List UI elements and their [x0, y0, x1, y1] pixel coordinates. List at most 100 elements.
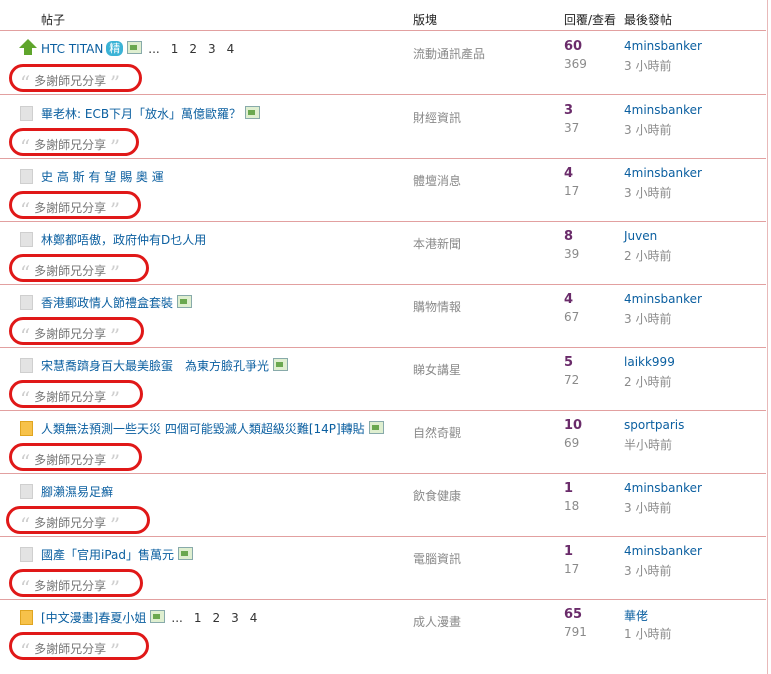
page-link[interactable]: 2 — [189, 42, 197, 56]
image-attachment-icon — [177, 295, 193, 308]
thanks-reply: “ 多謝師兄分享 ” — [20, 513, 121, 537]
page-link[interactable]: 1 — [171, 42, 179, 56]
thanks-text: 多謝師兄分享 — [34, 201, 107, 215]
last-post-time: 3 小時前 — [624, 564, 672, 578]
reply-count: 10 — [564, 418, 583, 433]
image-attachment-icon — [273, 358, 289, 371]
folder-icon — [20, 610, 33, 625]
view-count: 369 — [564, 57, 587, 71]
last-post-time: 3 小時前 — [624, 186, 672, 200]
thread-link[interactable]: 史 高 斯 有 望 賜 奧 運 — [41, 170, 164, 184]
thread-title: 國產「官用iPad」售萬元 — [41, 546, 194, 563]
thanks-reply: “ 多謝師兄分享 ” — [20, 135, 121, 159]
last-poster-link[interactable]: Juven — [624, 229, 657, 243]
thread-link[interactable]: 畢老林: ECB下月「放水」萬億歐羅？ — [41, 107, 241, 121]
thanks-reply: “ 多謝師兄分享 ” — [20, 639, 121, 663]
thanks-text: 多謝師兄分享 — [34, 516, 107, 530]
reply-count: 8 — [564, 229, 574, 244]
last-poster: laikk999 — [624, 355, 675, 369]
table-row: 國產「官用iPad」售萬元 “ 多謝師兄分享 ” 電腦資訊 1 17 4mins… — [0, 536, 766, 600]
last-post-time: 2 小時前 — [624, 249, 672, 263]
thanks-reply: “ 多謝師兄分享 ” — [20, 198, 121, 222]
thread-link[interactable]: 國產「官用iPad」售萬元 — [41, 548, 174, 562]
page-link[interactable]: 1 — [194, 611, 202, 625]
forum-name[interactable]: 飲食健康 — [413, 487, 461, 504]
thanks-reply: “ 多謝師兄分享 ” — [20, 576, 121, 600]
image-attachment-icon — [245, 106, 261, 119]
thread-link[interactable]: 香港郵政情人節禮盒套裝 — [41, 296, 173, 310]
forum-name[interactable]: 體壇消息 — [413, 172, 461, 189]
view-count: 72 — [564, 373, 580, 387]
page-link[interactable]: 3 — [208, 42, 216, 56]
page-ellipsis: ... — [171, 611, 183, 625]
view-count: 37 — [564, 121, 580, 135]
last-post-time: 3 小時前 — [624, 312, 672, 326]
thread-link[interactable]: 人類無法預測一些天災 四個可能毀滅人類超級災難[14P]轉貼 — [41, 422, 365, 436]
last-poster-link[interactable]: 4minsbanker — [624, 39, 702, 53]
view-count: 17 — [564, 562, 580, 576]
last-poster-link[interactable]: 4minsbanker — [624, 292, 702, 306]
forum-name[interactable]: 購物情報 — [413, 298, 461, 315]
forum-name[interactable]: 流動通訊產品 — [413, 45, 485, 62]
table-row: HTC TITAN 精... 1 2 3 4 “ 多謝師兄分享 ” 流動通訊產品 60 3… — [0, 31, 766, 95]
thread-doc-icon — [20, 547, 33, 562]
header-post: 帖子 — [41, 13, 66, 27]
reply-count: 5 — [564, 355, 574, 370]
forum-name[interactable]: 財經資訊 — [413, 109, 461, 126]
page-link[interactable]: 3 — [231, 611, 239, 625]
thread-title: 香港郵政情人節禮盒套裝 — [41, 294, 193, 311]
page-links: ... 1 2 3 4 — [148, 42, 245, 56]
reply-count: 4 — [564, 292, 574, 307]
thanks-reply: “ 多謝師兄分享 ” — [20, 324, 121, 348]
last-poster: 4minsbanker — [624, 103, 702, 117]
last-post-time: 3 小時前 — [624, 59, 672, 73]
thread-title: 畢老林: ECB下月「放水」萬億歐羅？ — [41, 105, 261, 122]
thread-title: [中文漫畫]春夏小姐... 1 2 3 4 — [41, 609, 268, 626]
reply-count: 1 — [564, 544, 574, 559]
last-poster-link[interactable]: 4minsbanker — [624, 481, 702, 495]
last-post-time: 3 小時前 — [624, 501, 672, 515]
thanks-reply: “ 多謝師兄分享 ” — [20, 450, 121, 474]
last-poster: 4minsbanker — [624, 166, 702, 180]
thanks-reply: “ 多謝師兄分享 ” — [20, 261, 121, 285]
forum-name[interactable]: 電腦資訊 — [413, 550, 461, 567]
image-attachment-icon — [127, 41, 143, 54]
page-link[interactable]: 4 — [227, 42, 235, 56]
page-links: ... 1 2 3 4 — [171, 611, 268, 625]
thread-link[interactable]: 宋慧喬躋身百大最美臉蛋 為東方臉孔爭光 — [41, 359, 269, 373]
page-link[interactable]: 2 — [212, 611, 220, 625]
last-poster-link[interactable]: sportparis — [624, 418, 684, 432]
forum-name[interactable]: 自然奇觀 — [413, 424, 461, 441]
last-poster-link[interactable]: 4minsbanker — [624, 544, 702, 558]
forum-name[interactable]: 睇女講星 — [413, 361, 461, 378]
page-ellipsis: ... — [148, 42, 160, 56]
thread-link[interactable]: HTC TITAN — [41, 42, 103, 56]
thanks-text: 多謝師兄分享 — [34, 453, 107, 467]
thread-doc-icon — [20, 484, 33, 499]
last-post-time: 3 小時前 — [624, 123, 672, 137]
image-attachment-icon — [178, 547, 194, 560]
last-poster-link[interactable]: 4minsbanker — [624, 166, 702, 180]
last-poster: 4minsbanker — [624, 544, 702, 558]
page-link[interactable]: 4 — [250, 611, 258, 625]
view-count: 39 — [564, 247, 580, 261]
table-row: 香港郵政情人節禮盒套裝 “ 多謝師兄分享 ” 購物情報 4 67 4minsba… — [0, 284, 766, 348]
reply-count: 60 — [564, 39, 583, 54]
last-poster-link[interactable]: 華佬 — [624, 609, 648, 623]
header-forum: 版塊 — [413, 13, 438, 27]
thread-link[interactable]: [中文漫畫]春夏小姐 — [41, 611, 146, 625]
thanks-text: 多謝師兄分享 — [34, 579, 107, 593]
thread-title: 腳瀨濕易足癬 — [41, 483, 113, 500]
thanks-text: 多謝師兄分享 — [34, 327, 107, 341]
last-poster: Juven — [624, 229, 657, 243]
last-poster-link[interactable]: 4minsbanker — [624, 103, 702, 117]
forum-name[interactable]: 成人漫畫 — [413, 613, 461, 630]
last-poster-link[interactable]: laikk999 — [624, 355, 675, 369]
thanks-text: 多謝師兄分享 — [34, 264, 107, 278]
thanks-reply: “ 多謝師兄分享 ” — [20, 71, 121, 95]
thread-doc-icon — [20, 169, 33, 184]
thread-link[interactable]: 腳瀨濕易足癬 — [41, 485, 113, 499]
forum-name[interactable]: 本港新聞 — [413, 235, 461, 252]
view-count: 69 — [564, 436, 580, 450]
thread-link[interactable]: 林鄭都唔傲，政府仲有D乜人用 — [41, 233, 206, 247]
